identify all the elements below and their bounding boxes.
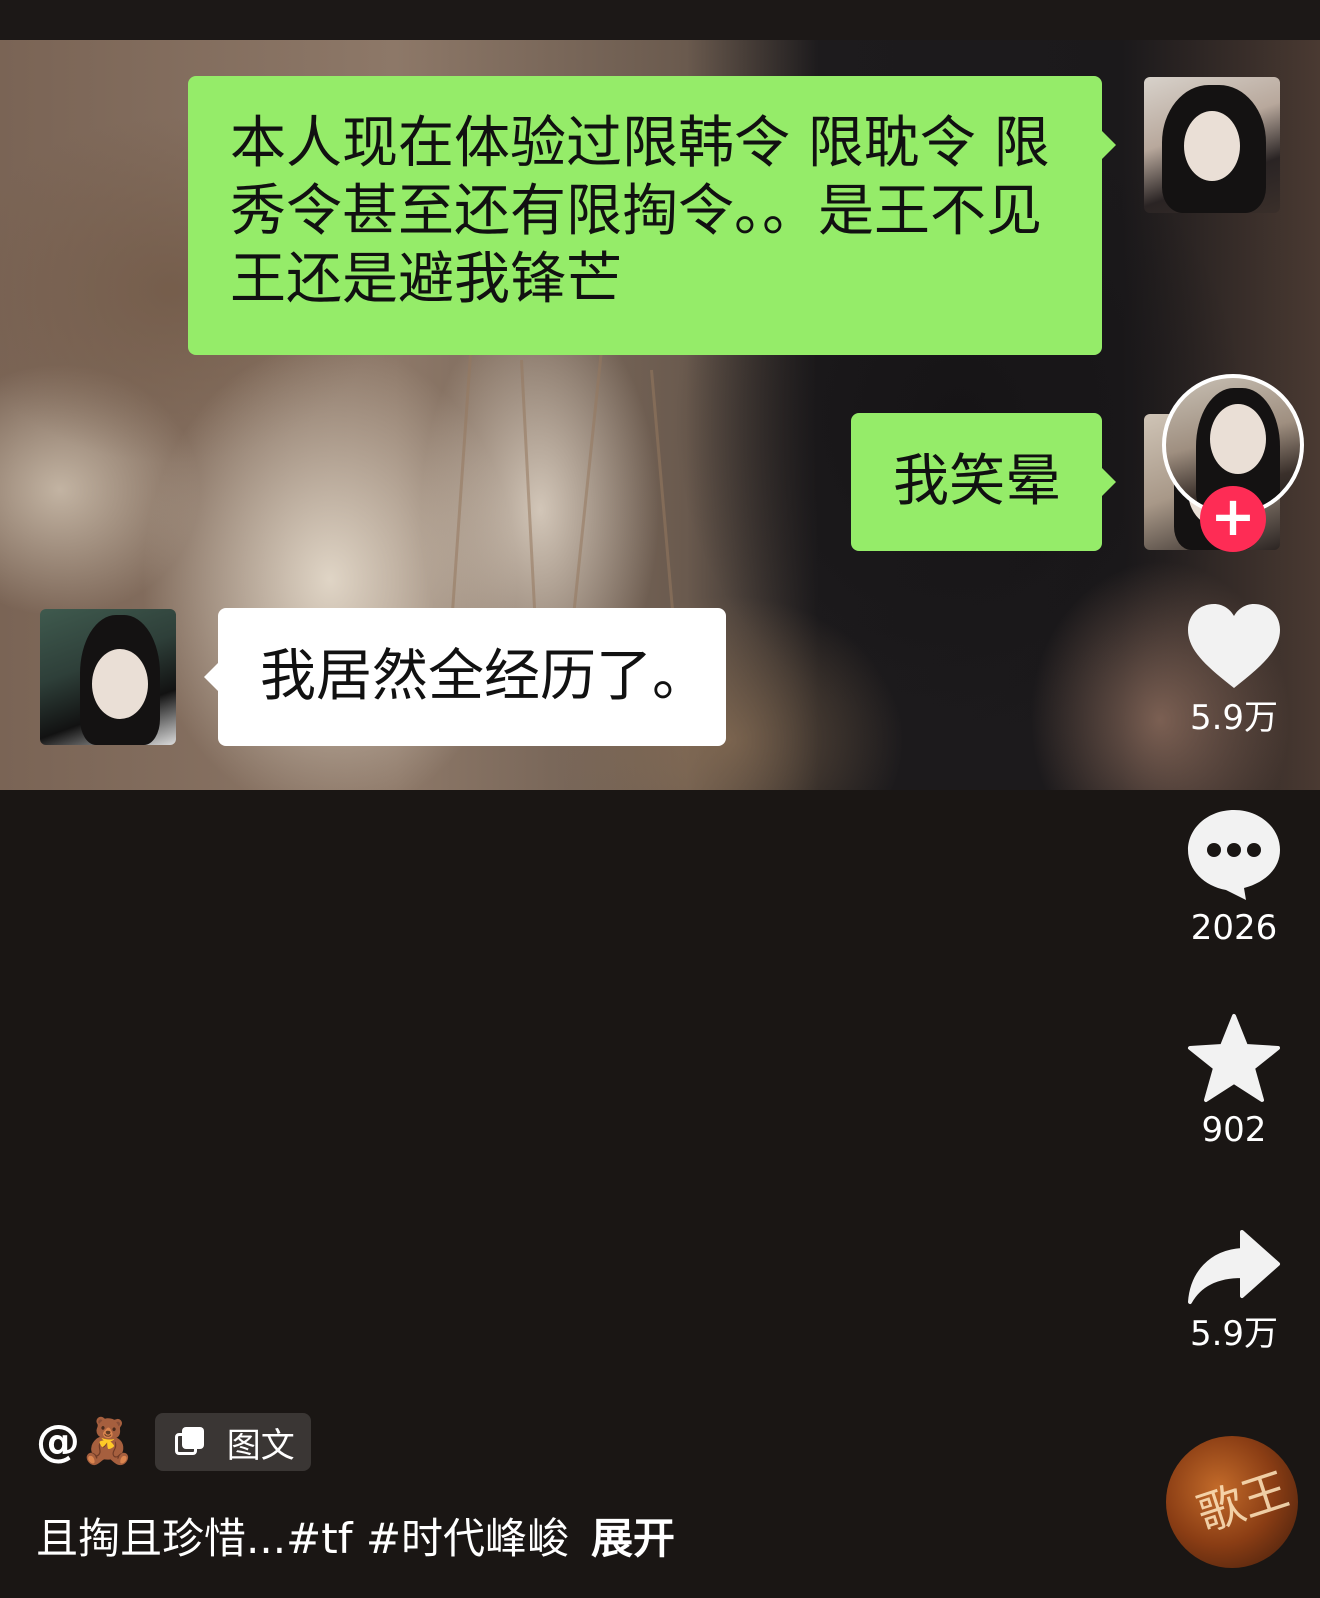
share-count: 5.9万	[1189, 1314, 1279, 1354]
comment-count: 2026	[1190, 908, 1278, 948]
avatar-face	[92, 649, 148, 719]
author-row: @🧸 图文	[36, 1412, 311, 1472]
bubble-tail	[1102, 468, 1116, 496]
message-text: 我居然全经历了。	[260, 644, 708, 709]
image-detail	[570, 349, 603, 629]
post-caption: 且掏且珍惜...#tf #时代峰峻 展开	[36, 1512, 675, 1566]
star-icon	[1188, 1014, 1280, 1102]
post-type-tag: 图文	[154, 1413, 311, 1471]
heart-icon	[1188, 604, 1280, 688]
music-disc[interactable]: 歌王	[1166, 1436, 1298, 1568]
bubble-tail	[1102, 131, 1116, 159]
share-icon	[1188, 1230, 1280, 1304]
top-bar	[0, 0, 1320, 40]
bubble-tail	[204, 663, 218, 691]
like-count: 5.9万	[1189, 698, 1279, 738]
comment-button[interactable]: 2026	[1164, 806, 1304, 948]
plus-icon: +	[1210, 485, 1256, 548]
chat-bubble-message-1: 本人现在体验过限韩令 限耽令 限秀令甚至还有限掏令。。是王不见王还是避我锋芒	[188, 76, 1102, 355]
chat-bubble-message-3: 我居然全经历了。	[218, 608, 726, 746]
author-name[interactable]: @🧸	[36, 1412, 135, 1472]
avatar-face	[1184, 111, 1240, 181]
image-detail	[650, 369, 675, 620]
favorite-count: 902	[1201, 1110, 1267, 1150]
follow-button[interactable]: +	[1200, 486, 1266, 552]
chat-bubble-message-2: 我笑晕	[851, 413, 1102, 551]
message-text: 本人现在体验过限韩令 限耽令 限秀令甚至还有限掏令。。是王不见王还是避我锋芒	[230, 111, 1050, 312]
chat-avatar-self	[1144, 77, 1280, 213]
caption-text: 且掏且珍惜...#tf #时代峰峻	[36, 1514, 570, 1563]
message-text: 我笑晕	[893, 449, 1061, 514]
music-disc-text: 歌王	[1190, 1461, 1296, 1542]
like-button[interactable]: 5.9万	[1164, 602, 1304, 738]
expand-button[interactable]: 展开	[591, 1514, 675, 1563]
chat-avatar-friend	[40, 609, 176, 745]
favorite-button[interactable]: 902	[1164, 1012, 1304, 1150]
avatar-face	[1210, 404, 1266, 474]
share-button[interactable]: 5.9万	[1164, 1228, 1304, 1354]
comment-icon	[1188, 810, 1280, 900]
post-type-label: 图文	[226, 1425, 295, 1466]
image-text-icon	[174, 1427, 205, 1457]
